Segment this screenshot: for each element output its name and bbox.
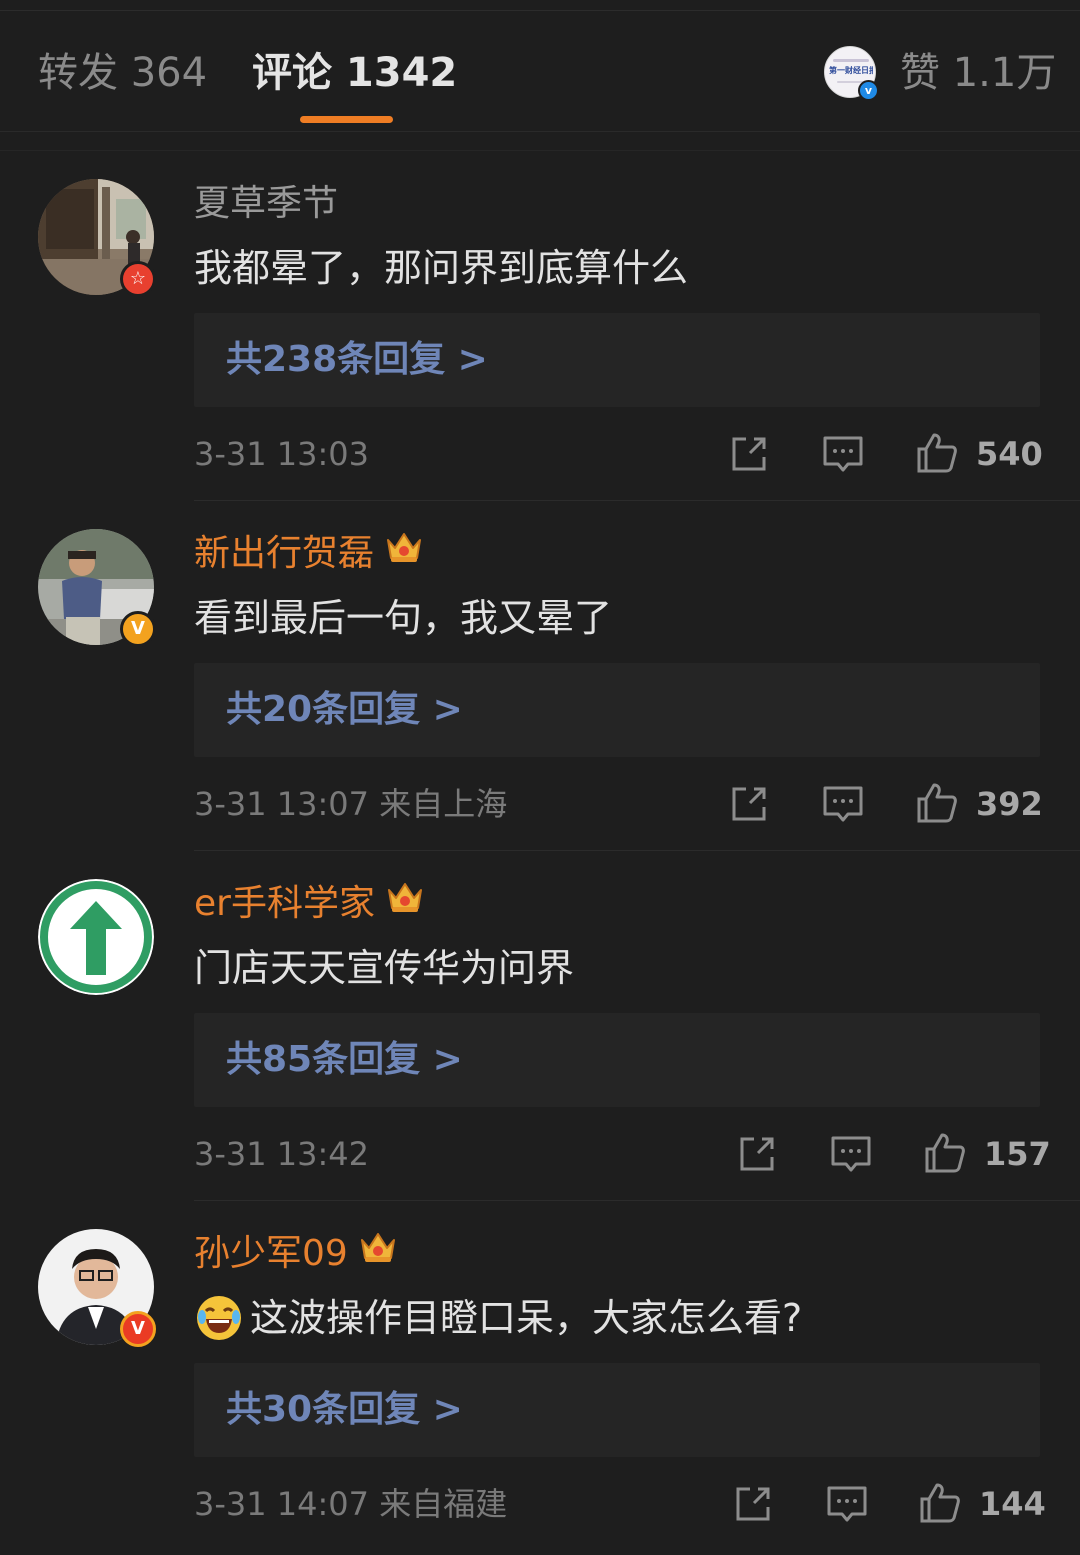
comment-item: V 孙少军09 这波操作目瞪口呆，大家怎么看? 共30条回复 > 3-31 14… — [0, 1201, 1080, 1551]
logo-decoration — [833, 59, 869, 62]
media-logo: 第一财经日报 — [829, 66, 873, 75]
comment-text: 门店天天宣传华为问界 — [194, 946, 575, 990]
comment-icon[interactable] — [816, 777, 870, 831]
comment-item: ☆ 夏草季节 我都晕了，那问界到底算什么 共238条回复 > 3-31 13:0… — [0, 151, 1080, 501]
avatar[interactable] — [38, 879, 154, 995]
comment-icon[interactable] — [820, 1477, 874, 1531]
username-text: 夏草季节 — [194, 183, 339, 224]
like-count: 157 — [984, 1135, 1051, 1173]
username-text: 新出行贺磊 — [194, 533, 375, 574]
view-replies-link[interactable]: 共30条回复 > — [226, 1385, 463, 1435]
verified-v-badge-icon: V — [120, 1311, 156, 1347]
like-count: 144 — [979, 1485, 1046, 1523]
comment-meta: 3-31 13:03 — [194, 435, 370, 473]
likes-avatar[interactable]: 第一财经日报 v — [824, 46, 879, 101]
comment-meta: 3-31 13:42 — [194, 1135, 370, 1173]
thumbs-up-icon[interactable] — [910, 427, 964, 481]
avatar-logo — [38, 879, 154, 995]
share-icon[interactable] — [730, 1127, 784, 1181]
thumbs-up-icon[interactable] — [913, 1477, 967, 1531]
crown-icon — [385, 878, 425, 926]
thumbs-up-icon[interactable] — [910, 777, 964, 831]
tab-comment[interactable]: 评论 1342 — [252, 48, 457, 98]
username-text: 孙少军09 — [194, 1233, 348, 1274]
verified-badge-icon: v — [858, 80, 879, 101]
replies-box[interactable]: 共20条回复 > — [194, 663, 1040, 757]
replies-box[interactable]: 共30条回复 > — [194, 1363, 1040, 1457]
view-replies-link[interactable]: 共85条回复 > — [226, 1035, 463, 1085]
share-icon[interactable] — [722, 777, 776, 831]
laugh-cry-emoji — [194, 1293, 244, 1343]
verified-v-badge-icon: V — [120, 611, 156, 647]
avatar[interactable]: V — [38, 1229, 156, 1347]
replies-box[interactable]: 共238条回复 > — [194, 313, 1040, 407]
comment-item: V 新出行贺磊 看到最后一句，我又晕了 共20条回复 > 3-31 13:07 … — [0, 501, 1080, 851]
comment-text: 看到最后一句，我又晕了 — [194, 596, 613, 640]
avatar[interactable]: ☆ — [38, 179, 156, 297]
star-badge-icon: ☆ — [120, 261, 156, 297]
view-replies-link[interactable]: 共238条回复 > — [226, 335, 488, 385]
comment-meta: 3-31 13:07 来自上海 — [194, 785, 508, 823]
comment-icon[interactable] — [816, 427, 870, 481]
username[interactable]: 新出行贺磊 — [194, 531, 424, 579]
comment-text-body: 这波操作目瞪口呆，大家怎么看? — [250, 1296, 803, 1340]
username[interactable]: er手科学家 — [194, 881, 425, 929]
tab-likes[interactable]: 赞 1.1万 — [900, 48, 1056, 98]
crown-icon — [358, 1228, 398, 1276]
crown-icon — [384, 528, 424, 576]
username[interactable]: 孙少军09 — [194, 1231, 398, 1279]
thumbs-up-icon[interactable] — [918, 1127, 972, 1181]
like-count: 540 — [976, 435, 1043, 473]
comment-meta: 3-31 14:07 来自福建 — [194, 1485, 508, 1523]
like-count: 392 — [976, 785, 1043, 823]
tab-bar-divider — [0, 131, 1080, 132]
comment-item: er手科学家 门店天天宣传华为问界 共85条回复 > 3-31 13:42 15… — [0, 851, 1080, 1201]
replies-box[interactable]: 共85条回复 > — [194, 1013, 1040, 1107]
username[interactable]: 夏草季节 — [194, 181, 338, 227]
share-icon[interactable] — [726, 1477, 780, 1531]
tab-repost[interactable]: 转发 364 — [38, 48, 207, 98]
active-tab-indicator — [300, 116, 393, 123]
comment-text: 这波操作目瞪口呆，大家怎么看? — [194, 1293, 802, 1346]
username-text: er手科学家 — [194, 883, 375, 924]
avatar[interactable]: V — [38, 529, 156, 647]
comment-icon[interactable] — [824, 1127, 878, 1181]
view-replies-link[interactable]: 共20条回复 > — [226, 685, 463, 735]
comment-text: 我都晕了，那问界到底算什么 — [194, 246, 689, 290]
share-icon[interactable] — [722, 427, 776, 481]
tab-bar: 转发 364 评论 1342 第一财经日报 v 赞 1.1万 — [0, 0, 1080, 151]
